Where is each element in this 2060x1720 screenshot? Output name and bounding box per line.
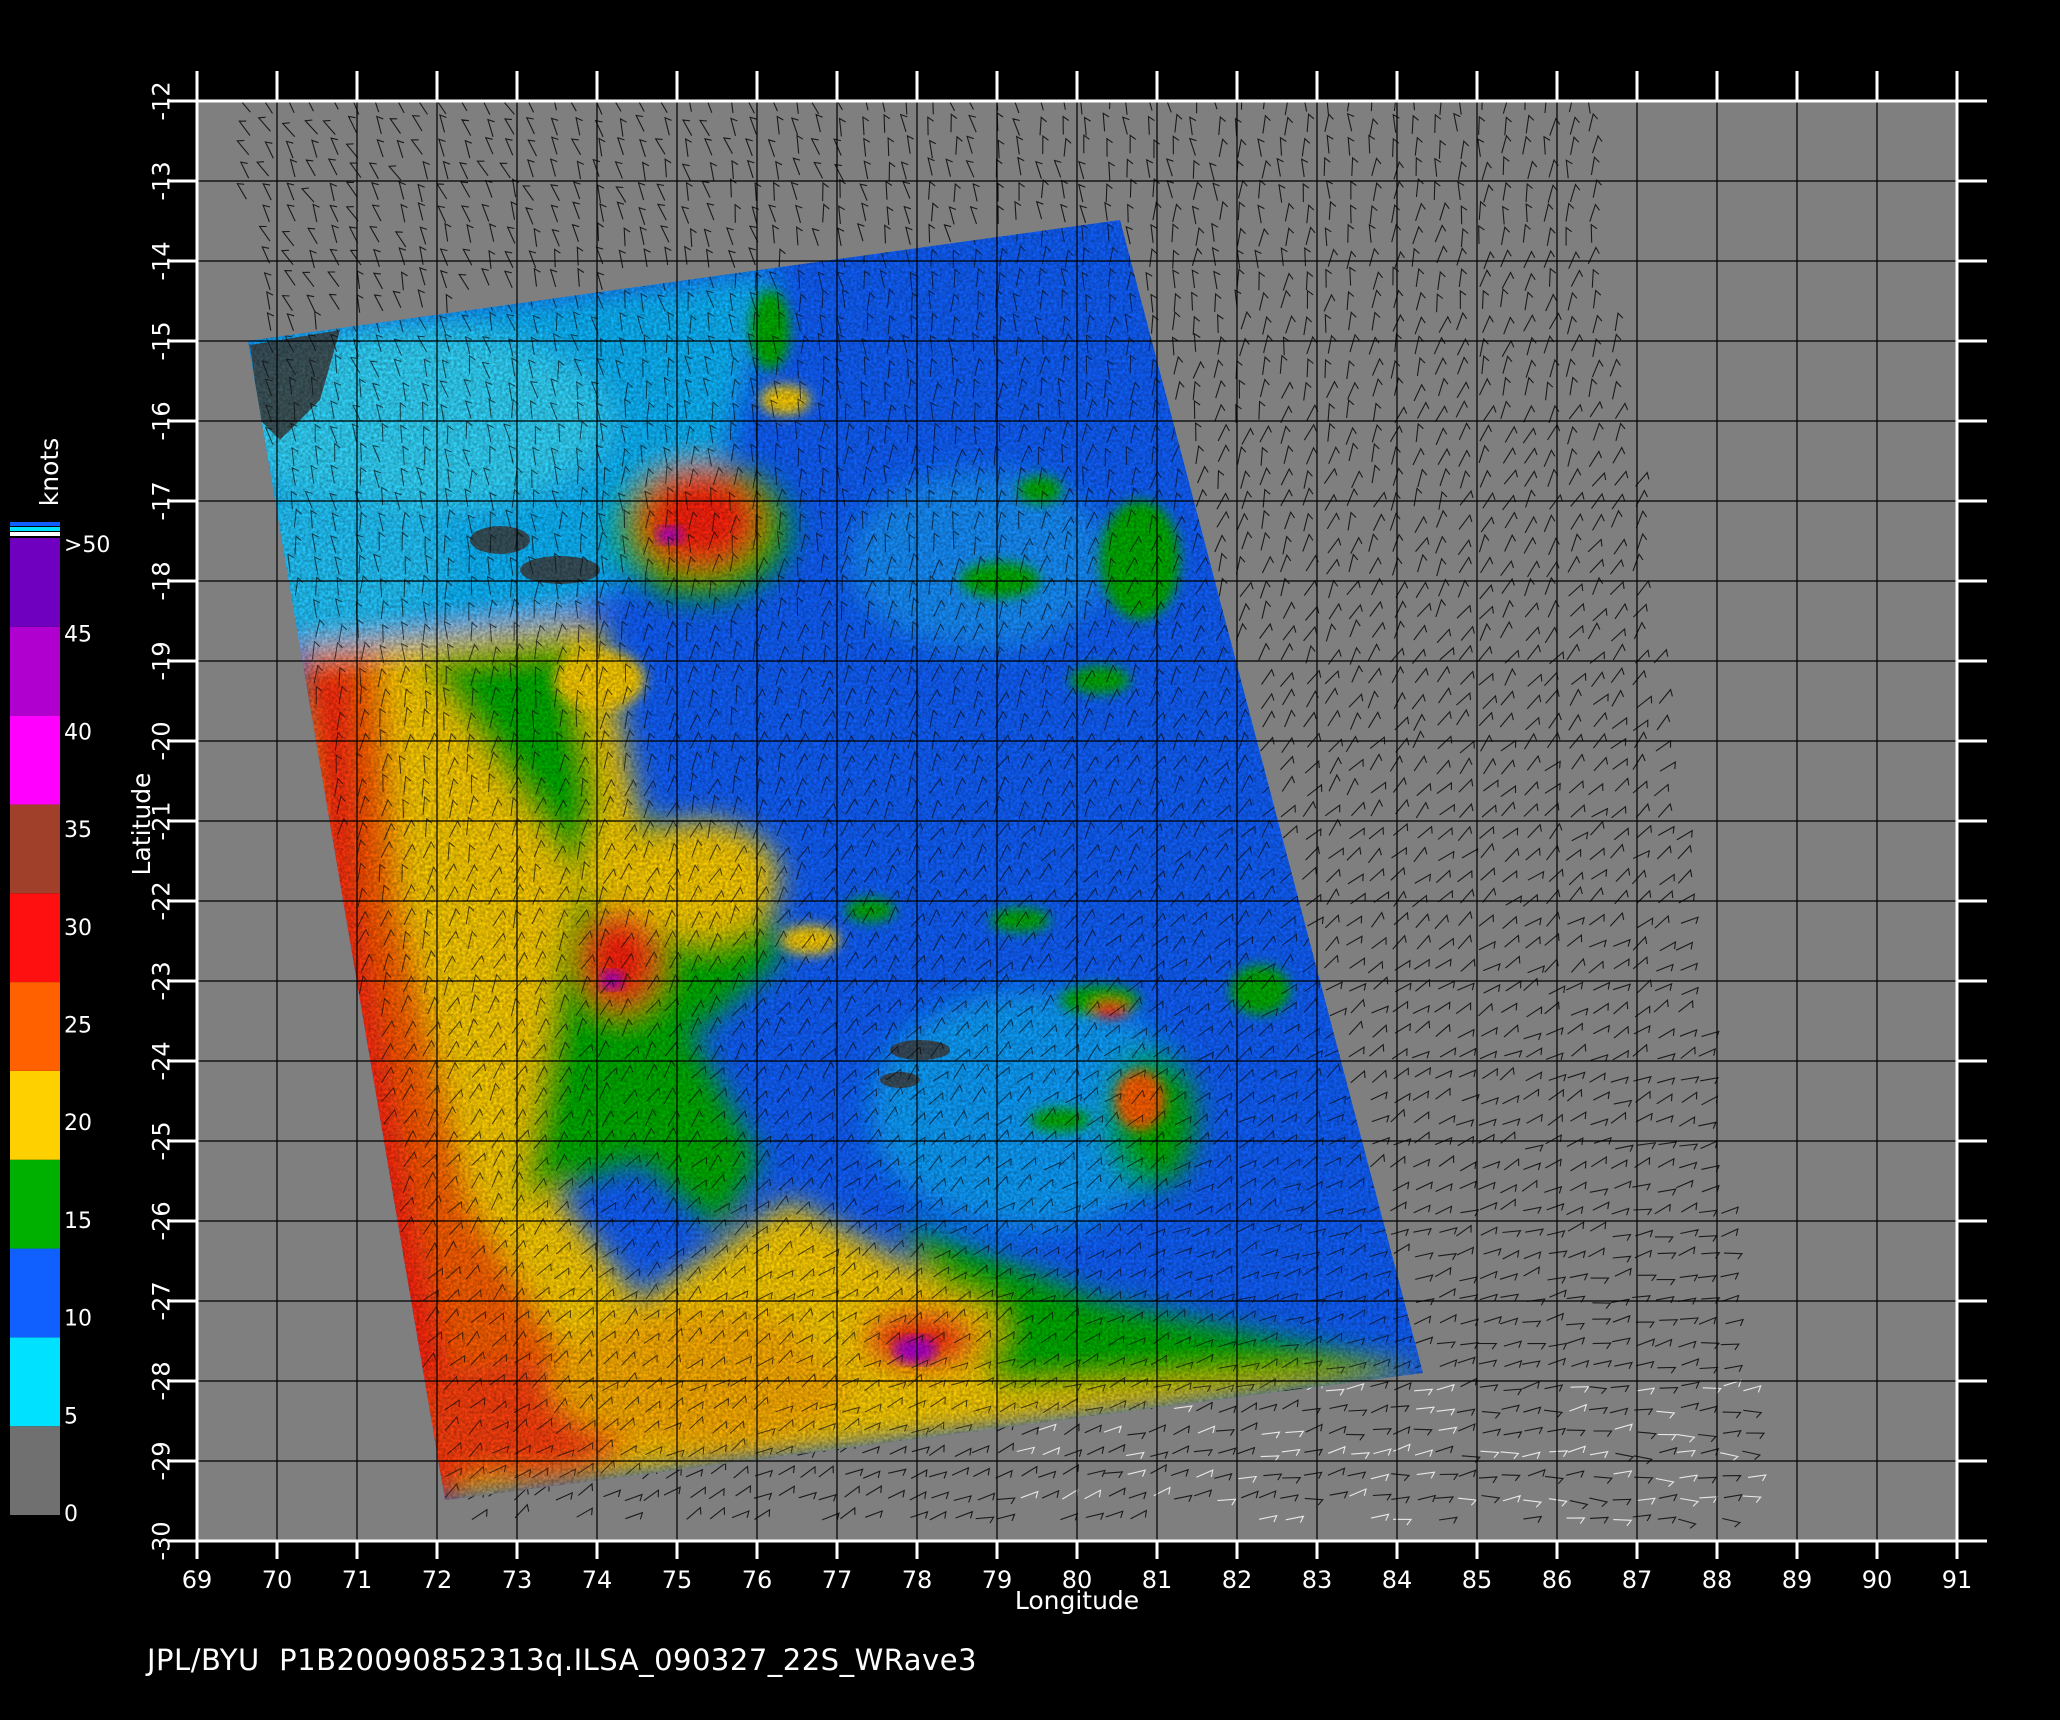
- colorbar-segment: [10, 1070, 60, 1160]
- lon-tick-label: 83: [1302, 1566, 1333, 1594]
- lon-tick-label: 91: [1942, 1566, 1973, 1594]
- lat-tick-label: -16: [147, 401, 175, 440]
- colorbar-label: 10: [64, 1307, 92, 1332]
- y-axis-title: Latitude: [127, 773, 156, 876]
- colorbar-segment: [10, 893, 60, 983]
- lon-tick-label: 89: [1782, 1566, 1813, 1594]
- lat-tick-label: -14: [147, 241, 175, 280]
- colorbar: >50 45 40 35 30 25 20 15 10 5 0: [10, 522, 110, 1527]
- colorbar-label: 5: [64, 1404, 78, 1429]
- colorbar-segment: [10, 804, 60, 894]
- lat-tick-label: -20: [147, 721, 175, 760]
- lat-tick-label: -19: [147, 641, 175, 680]
- lon-tick-label: 85: [1462, 1566, 1493, 1594]
- lon-tick-label: 82: [1222, 1566, 1253, 1594]
- colorbar-label: 40: [64, 720, 92, 745]
- colorbar-label: >50: [64, 533, 110, 558]
- lon-tick-label: 74: [582, 1566, 613, 1594]
- colorbar-segment: [10, 538, 60, 627]
- lat-tick-label: -30: [147, 1521, 175, 1560]
- lat-tick-label: -18: [147, 561, 175, 600]
- colorbar-label: 25: [64, 1014, 92, 1039]
- lon-tick-label: 72: [422, 1566, 453, 1594]
- lat-tick-label: -24: [147, 1041, 175, 1080]
- lon-tick-label: 78: [902, 1566, 933, 1594]
- lat-tick-label: -22: [147, 881, 175, 920]
- wind-speed-map: 69 70 71 72 73 74 75 76 77 78 79 80 81 82 83 84 85 86 87 88…: [10, 71, 1987, 1615]
- lon-tick-label: 69: [182, 1566, 213, 1594]
- colorbar-segment: [10, 1159, 60, 1249]
- lon-tick-label: 90: [1862, 1566, 1893, 1594]
- colorbar-label: 0: [64, 1502, 78, 1527]
- colorbar-label: 45: [64, 623, 92, 648]
- colorbar-title: knots: [35, 438, 64, 506]
- footer-caption: JPL/BYU P1B20090852313q.ILSA_090327_22S_…: [147, 1643, 977, 1677]
- lon-tick-label: 71: [342, 1566, 373, 1594]
- lon-tick-label: 81: [1142, 1566, 1173, 1594]
- x-axis-title: Longitude: [1015, 1586, 1139, 1615]
- colorbar-label: 30: [64, 916, 92, 941]
- lon-tick-label: 88: [1702, 1566, 1733, 1594]
- colorbar-segment: [10, 626, 60, 716]
- lon-tick-label: 73: [502, 1566, 533, 1594]
- lon-tick-label: 84: [1382, 1566, 1413, 1594]
- lat-tick-label: -28: [147, 1361, 175, 1400]
- colorbar-cap: [10, 522, 60, 526]
- lon-tick-label: 79: [982, 1566, 1013, 1594]
- lon-tick-label: 75: [662, 1566, 693, 1594]
- lat-tick-label: -25: [147, 1121, 175, 1160]
- colorbar-segment: [10, 715, 60, 805]
- lon-tick-label: 86: [1542, 1566, 1573, 1594]
- lat-tick-label: -12: [147, 81, 175, 120]
- colorbar-label: 35: [64, 818, 92, 843]
- colorbar-segment: [10, 1248, 60, 1338]
- colorbar-segment: [10, 1426, 60, 1515]
- colorbar-cap: [10, 532, 60, 536]
- lat-tick-label: -23: [147, 961, 175, 1000]
- colorbar-label: 15: [64, 1209, 92, 1234]
- lat-tick-label: -13: [147, 161, 175, 200]
- colorbar-label: 20: [64, 1111, 92, 1136]
- lat-tick-label: -27: [147, 1281, 175, 1320]
- lat-tick-label: -17: [147, 481, 175, 520]
- lat-tick-label: -15: [147, 321, 175, 360]
- lon-tick-label: 77: [822, 1566, 853, 1594]
- lon-tick-label: 87: [1622, 1566, 1653, 1594]
- colorbar-segment: [10, 1337, 60, 1427]
- lat-tick-label: -29: [147, 1441, 175, 1480]
- colorbar-cap: [10, 527, 60, 531]
- lon-tick-label: 76: [742, 1566, 773, 1594]
- lon-tick-label: 70: [262, 1566, 293, 1594]
- lat-tick-label: -26: [147, 1201, 175, 1240]
- colorbar-segment: [10, 982, 60, 1071]
